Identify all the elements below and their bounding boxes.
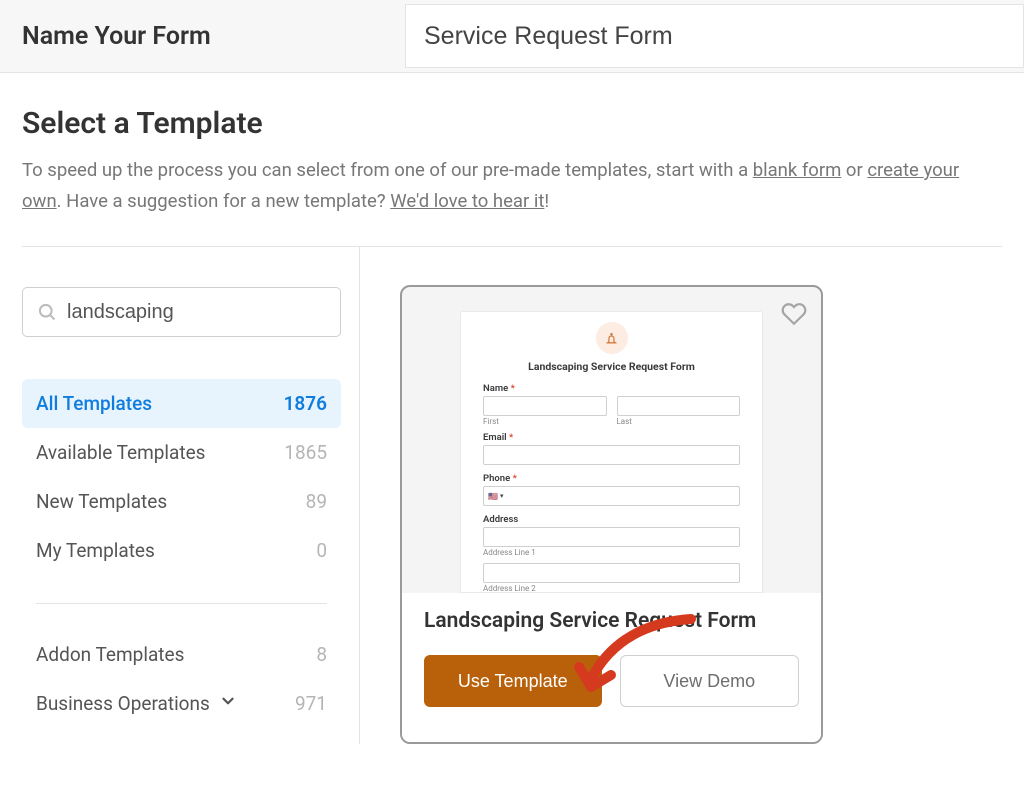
category-new-templates[interactable]: New Templates 89 bbox=[22, 477, 341, 526]
search-icon bbox=[37, 302, 57, 322]
preview-addr1-input bbox=[483, 527, 740, 547]
template-title: Landscaping Service Request Form bbox=[424, 609, 799, 633]
favorite-icon[interactable] bbox=[781, 301, 807, 331]
preview-first-sublabel: First bbox=[483, 417, 607, 426]
name-form-label: Name Your Form bbox=[0, 22, 405, 51]
template-card-footer: Landscaping Service Request Form Use Tem… bbox=[402, 593, 821, 742]
form-name-input[interactable] bbox=[405, 4, 1024, 68]
category-label: Available Templates bbox=[36, 441, 206, 464]
preview-email-label: Email * bbox=[483, 432, 740, 443]
category-count: 1876 bbox=[284, 392, 327, 415]
category-label: Addon Templates bbox=[36, 643, 184, 666]
category-my-templates[interactable]: My Templates 0 bbox=[22, 526, 341, 575]
category-count: 89 bbox=[306, 490, 327, 513]
preview-addr1-sublabel: Address Line 1 bbox=[483, 548, 740, 557]
category-count: 1865 bbox=[284, 441, 327, 464]
category-label: All Templates bbox=[36, 392, 152, 415]
preview-email-input bbox=[483, 445, 740, 465]
category-list-secondary: Addon Templates 8 Business Operations 97… bbox=[22, 630, 341, 728]
category-count: 0 bbox=[316, 539, 327, 562]
template-gallery: Landscaping Service Request Form Name * … bbox=[360, 246, 1002, 744]
category-label: New Templates bbox=[36, 490, 167, 513]
template-card: Landscaping Service Request Form Name * … bbox=[400, 285, 823, 744]
chevron-down-icon bbox=[219, 692, 237, 710]
desc-text: or bbox=[841, 159, 867, 181]
category-all-templates[interactable]: All Templates 1876 bbox=[22, 379, 341, 428]
sidebar-divider bbox=[36, 603, 327, 604]
section-description: To speed up the process you can select f… bbox=[22, 155, 1002, 216]
desc-text: To speed up the process you can select f… bbox=[22, 159, 753, 181]
desc-text: ! bbox=[544, 190, 549, 212]
desc-text: . Have a suggestion for a new template? bbox=[57, 190, 391, 212]
search-box[interactable] bbox=[22, 287, 341, 337]
section-title: Select a Template bbox=[22, 106, 1002, 141]
category-addon-templates[interactable]: Addon Templates 8 bbox=[22, 630, 341, 679]
blank-form-link[interactable]: blank form bbox=[753, 159, 842, 181]
preview-name-label: Name * bbox=[483, 383, 740, 394]
template-preview: Landscaping Service Request Form Name * … bbox=[402, 287, 821, 593]
use-template-button[interactable]: Use Template bbox=[424, 655, 602, 707]
preview-last-sublabel: Last bbox=[617, 417, 741, 426]
sidebar: All Templates 1876 Available Templates 1… bbox=[22, 246, 360, 744]
preview-form-title: Landscaping Service Request Form bbox=[483, 360, 740, 373]
header-bar: Name Your Form bbox=[0, 0, 1024, 73]
preview-last-input bbox=[617, 396, 741, 416]
preview-addr2-input bbox=[483, 563, 740, 583]
category-count: 8 bbox=[316, 643, 327, 666]
category-label-wrap: Business Operations bbox=[36, 692, 237, 715]
category-available-templates[interactable]: Available Templates 1865 bbox=[22, 428, 341, 477]
category-count: 971 bbox=[295, 692, 327, 715]
preview-phone-label: Phone * bbox=[483, 473, 740, 484]
category-label: My Templates bbox=[36, 539, 155, 562]
suggest-link[interactable]: We'd love to hear it bbox=[390, 190, 544, 212]
category-list-primary: All Templates 1876 Available Templates 1… bbox=[22, 379, 341, 575]
category-business-operations[interactable]: Business Operations 971 bbox=[22, 679, 341, 728]
content-area: Select a Template To speed up the proces… bbox=[0, 73, 1024, 744]
preview-card: Landscaping Service Request Form Name * … bbox=[460, 311, 763, 593]
view-demo-button[interactable]: View Demo bbox=[620, 655, 800, 707]
bell-icon bbox=[596, 322, 628, 354]
preview-addr2-sublabel: Address Line 2 bbox=[483, 584, 740, 593]
preview-first-input bbox=[483, 396, 607, 416]
preview-phone-input: 🇺🇸 ▾ bbox=[483, 486, 740, 506]
preview-address-label: Address bbox=[483, 514, 740, 525]
category-label: Business Operations bbox=[36, 692, 210, 715]
search-input[interactable] bbox=[67, 301, 332, 324]
